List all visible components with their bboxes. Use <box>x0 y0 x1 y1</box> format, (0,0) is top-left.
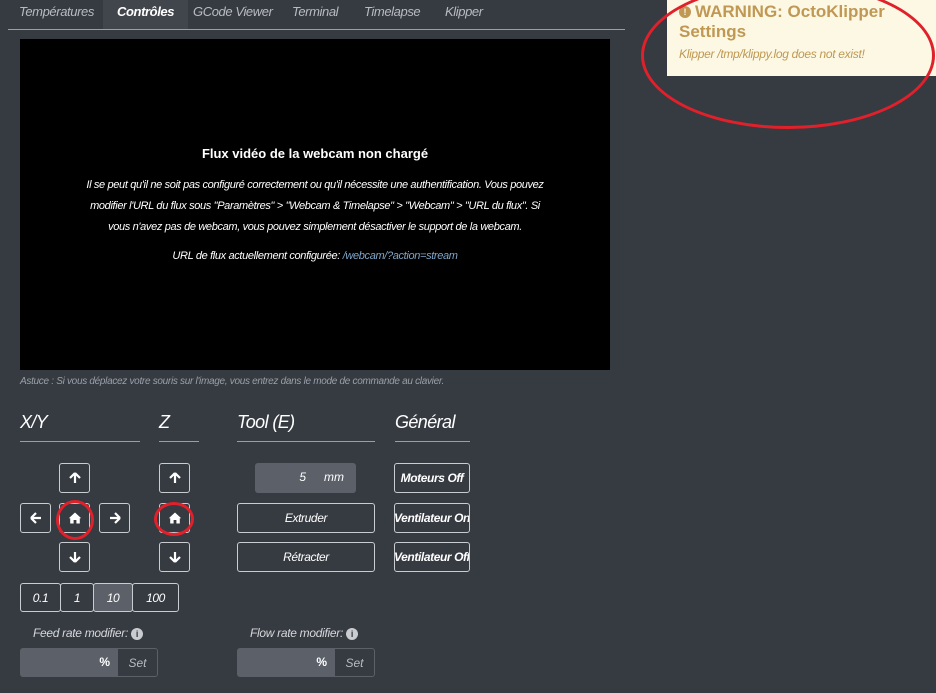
xy-header: X/Y <box>20 412 140 442</box>
extrude-amount-unit: mm <box>324 470 344 484</box>
tab-klipper[interactable]: Klipper <box>445 4 483 19</box>
x-y-up-button[interactable] <box>59 463 90 493</box>
z-up-button[interactable] <box>159 463 190 493</box>
warning-title-text: WARNING: OctoKlipper Settings <box>679 2 885 41</box>
distance-10-button[interactable]: 10 <box>93 583 133 612</box>
arrow-down-icon <box>168 552 181 563</box>
feed-rate-set-button[interactable]: Set <box>117 648 158 677</box>
webcam-url-link[interactable]: /webcam/?action=stream <box>343 250 458 262</box>
tab-controls[interactable]: Contrôles <box>103 0 189 29</box>
feed-rate-label: Feed rate modifier: i <box>33 626 144 640</box>
z-header: Z <box>159 412 199 442</box>
arrow-right-icon <box>109 512 121 524</box>
tab-bar: Températures Contrôles GCode Viewer Term… <box>8 0 625 30</box>
tab-temperatures[interactable]: Températures <box>19 4 94 19</box>
webcam-url-label: URL de flux actuellement configurée: <box>172 250 340 262</box>
retract-button[interactable]: Rétracter <box>237 542 375 572</box>
arrow-left-icon <box>29 512 41 524</box>
info-icon[interactable]: i <box>346 627 358 640</box>
distance-100-button[interactable]: 100 <box>132 583 179 612</box>
flow-rate-label-text: Flow rate modifier: <box>250 626 343 640</box>
arrow-down-icon <box>68 552 81 563</box>
info-icon[interactable]: i <box>131 627 144 640</box>
distance-1-button[interactable]: 1 <box>60 583 94 612</box>
arrow-up-icon <box>168 472 181 483</box>
extrude-button[interactable]: Extruder <box>237 503 375 533</box>
warning-title: ! WARNING: OctoKlipper Settings <box>679 2 929 42</box>
webcam-message: Il se peut qu'il ne soit pas configuré c… <box>86 179 544 233</box>
keyboard-hint: Astuce : Si vous déplacez votre souris s… <box>20 376 444 387</box>
tab-gcode-viewer[interactable]: GCode Viewer <box>193 4 273 19</box>
warning-message: Klipper /tmp/klippy.log does not exist! <box>679 47 865 61</box>
fan-off-button[interactable]: Ventilateur Off <box>394 542 470 572</box>
z-home-button[interactable] <box>159 503 190 533</box>
home-icon <box>68 512 81 524</box>
home-icon <box>168 512 181 524</box>
webcam-url-line: URL de flux actuellement configurée: /we… <box>20 250 610 262</box>
flow-rate-label: Flow rate modifier: i <box>250 626 358 640</box>
webcam-stream[interactable]: Flux vidéo de la webcam non chargé Il se… <box>20 39 610 370</box>
tool-header: Tool (E) <box>237 412 375 442</box>
flow-rate-set-button[interactable]: Set <box>334 648 375 677</box>
extrude-amount-field[interactable]: 5 mm <box>255 463 356 493</box>
distance-0-1-button[interactable]: 0.1 <box>20 583 61 612</box>
tab-timelapse[interactable]: Timelapse <box>364 4 421 19</box>
feed-rate-label-text: Feed rate modifier: <box>33 626 129 640</box>
flow-rate-input[interactable]: % <box>237 648 334 677</box>
flow-rate-unit: % <box>316 655 327 669</box>
webcam-title: Flux vidéo de la webcam non chargé <box>201 146 429 161</box>
general-header: Général <box>395 412 470 442</box>
x-y-down-button[interactable] <box>59 542 90 572</box>
tab-terminal[interactable]: Terminal <box>292 4 339 19</box>
extrude-amount-value: 5 <box>299 470 306 484</box>
x-left-button[interactable] <box>20 503 51 533</box>
feed-rate-input[interactable]: % <box>20 648 117 677</box>
fan-on-button[interactable]: Ventilateur On <box>394 503 470 533</box>
x-y-home-button[interactable] <box>59 503 90 533</box>
motors-off-button[interactable]: Moteurs Off <box>394 463 470 493</box>
x-right-button[interactable] <box>99 503 130 533</box>
z-down-button[interactable] <box>159 542 190 572</box>
exclamation-circle-icon: ! <box>679 6 691 18</box>
arrow-up-icon <box>68 472 81 483</box>
warning-notification: ! WARNING: OctoKlipper Settings Klipper /… <box>667 0 936 76</box>
feed-rate-unit: % <box>99 655 110 669</box>
